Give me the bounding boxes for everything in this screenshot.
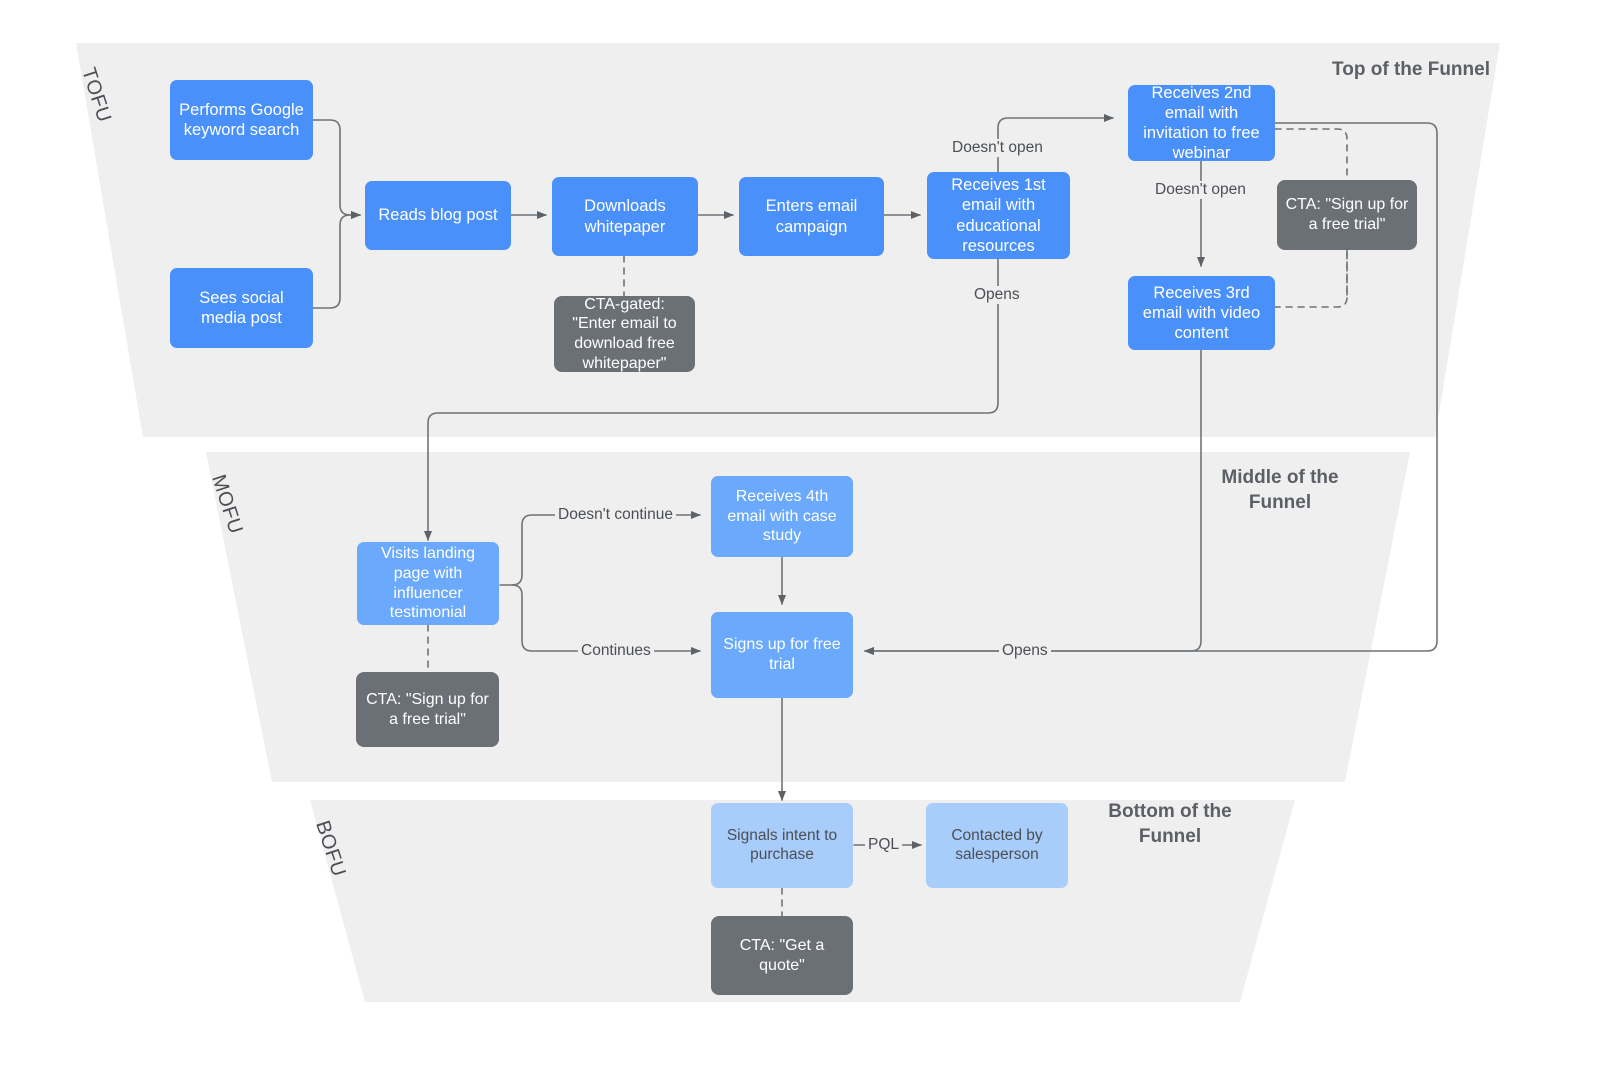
stage-title-tofu: Top of the Funnel	[1332, 59, 1490, 80]
stage-title-mofu-line2: Funnel	[1248, 491, 1312, 513]
cta-whitepaper-gate: CTA-gated: "Enter email to download free…	[554, 296, 695, 372]
node-receives-3rd-email[interactable]: Receives 3rd email with video content	[1128, 276, 1275, 350]
cta-landing-free-trial: CTA: "Sign up for a free trial"	[356, 672, 499, 747]
stage-title-bofu-line1: Bottom of the	[1108, 801, 1232, 822]
cta-webinar-free-trial: CTA: "Sign up for a free trial"	[1277, 180, 1417, 250]
node-signals-intent-to-purchase[interactable]: Signals intent to purchase	[711, 803, 853, 888]
node-visits-landing-page[interactable]: Visits landing page with influencer test…	[357, 542, 499, 625]
cta-get-a-quote: CTA: "Get a quote"	[711, 916, 853, 995]
edge-label-doesnt-open-1: Doesn't open	[949, 139, 1046, 157]
edge-label-doesnt-continue: Doesn't continue	[555, 506, 676, 524]
node-reads-blog-post[interactable]: Reads blog post	[365, 181, 511, 250]
stage-title-bofu-line2: Funnel	[1138, 825, 1202, 847]
edge-label-opens-2: Opens	[999, 642, 1051, 660]
stage-title-mofu-line1: Middle of the	[1221, 467, 1339, 488]
edge-label-continues: Continues	[578, 642, 654, 660]
node-contacted-by-salesperson[interactable]: Contacted by salesperson	[926, 803, 1068, 888]
edge-label-pql: PQL	[865, 836, 903, 854]
node-sees-social-media-post[interactable]: Sees social media post	[170, 268, 313, 348]
node-receives-2nd-email[interactable]: Receives 2nd email with invitation to fr…	[1128, 84, 1275, 162]
funnel-diagram-canvas: TOFU MOFU BOFU Top of the Funnel Middle …	[0, 0, 1600, 1085]
node-receives-4th-email[interactable]: Receives 4th email with case study	[711, 476, 853, 557]
node-performs-google-keyword-search[interactable]: Performs Google keyword search	[170, 80, 313, 160]
edge-label-doesnt-open-2: Doesn't open	[1152, 181, 1249, 199]
node-signs-up-free-trial[interactable]: Signs up for free trial	[711, 612, 853, 698]
stage-title-bofu: Bottom of the Funnel	[1070, 800, 1270, 849]
node-receives-1st-email[interactable]: Receives 1st email with educational reso…	[927, 172, 1070, 259]
edge-label-opens-1: Opens	[971, 286, 1023, 304]
node-enters-email-campaign[interactable]: Enters email campaign	[739, 177, 884, 256]
node-downloads-whitepaper[interactable]: Downloads whitepaper	[552, 177, 698, 256]
stage-title-mofu: Middle of the Funnel	[1180, 466, 1380, 515]
